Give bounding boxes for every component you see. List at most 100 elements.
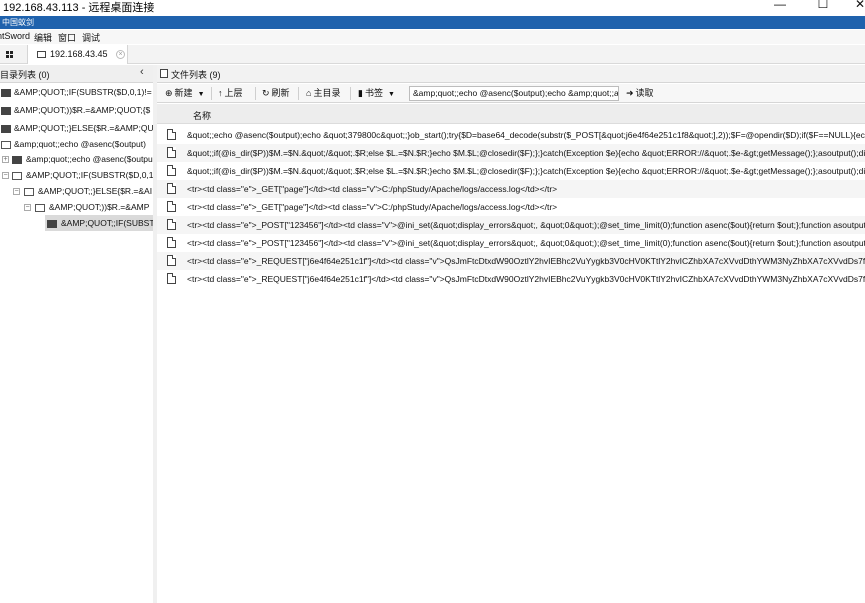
bookmark-icon: ▮ — [358, 88, 363, 98]
bookmark-button[interactable]: ▮ 书签 ▼ — [358, 86, 395, 101]
read-button-label: 读取 — [635, 88, 654, 98]
tree-item-label: &AMP;QUOT;;IF(SUBSTR($D,0,1 — [26, 170, 154, 180]
tree-item[interactable]: &AMP;QUOT;;IF(SUBSTR($D,0,1)!= — [0, 84, 154, 100]
file-name: <tr><td class="e">_GET["page"]</td><td c… — [187, 184, 558, 194]
tree-item[interactable]: &AMP;QUOT;))$R.=&AMP;QUOT;{$ — [0, 102, 154, 118]
collapse-tree-icon[interactable]: − — [2, 172, 9, 179]
refresh-button[interactable]: ↻ 刷新 — [262, 86, 290, 101]
file-toolbar: ⊕ 新建 ▼ ↑ 上层 ↻ 刷新 ⌂ 主目录 ▮ 书签 ▼ &amp;quot;;echo @… — [157, 84, 865, 103]
tab-close-icon[interactable]: × — [116, 50, 125, 59]
menu-window[interactable]: 窗口 — [58, 31, 76, 44]
chevron-down-icon: ▼ — [197, 91, 205, 98]
tree-item[interactable]: − &AMP;QUOT;))$R.=&AMP — [0, 199, 154, 215]
tree-item[interactable]: − &AMP;QUOT;;IF(SUBSTR($D,0,1 — [0, 167, 154, 183]
home-icon: ⌂ — [306, 88, 312, 98]
tab-192-168-43-45[interactable]: 192.168.43.45 × — [27, 45, 128, 64]
tree-item[interactable]: + &amp;quot;;echo @asenc($outpu — [0, 151, 154, 167]
file-row[interactable]: <tr><td class="e">_GET["page"]</td><td c… — [157, 198, 865, 216]
bookmark-button-label: 书签 — [364, 88, 383, 98]
tree-item-label: &AMP;QUOT;;IF(SUBSTR($D,0,1)!= — [14, 87, 152, 97]
file-icon — [167, 129, 176, 140]
file-row[interactable]: &quot;;if(@is_dir($P))$M.=$N.&quot;/&quo… — [157, 162, 865, 180]
file-list-header: 文件列表 (9) — [157, 65, 865, 83]
tree-item[interactable]: − &AMP;QUOT;;}ELSE{$R.=&AI — [0, 183, 154, 199]
minimize-button[interactable]: — — [770, 0, 790, 11]
arrow-up-icon: ↑ — [218, 88, 223, 98]
tree-item-label: &AMP;QUOT;))$R.=&AMP — [49, 202, 150, 212]
tree-item-label: &AMP;QUOT;;IF(SUBST — [61, 218, 155, 228]
folder-icon — [37, 51, 46, 58]
file-icon — [167, 183, 176, 194]
maximize-button[interactable]: ☐ — [813, 0, 833, 11]
folder-icon — [12, 156, 22, 164]
menu-debug[interactable]: 调试 — [82, 31, 100, 44]
folder-open-icon — [12, 172, 22, 180]
tree-item-label: &AMP;QUOT;;}ELSE{$R.=&AI — [38, 186, 153, 196]
folder-icon — [1, 107, 11, 115]
tree-item[interactable]: &AMP;QUOT;;}ELSE{$R.=&AMP;QU — [0, 120, 154, 136]
file-icon — [167, 237, 176, 248]
file-name: &quot;;echo @asenc($output);echo &quot;3… — [187, 130, 865, 140]
folder-icon — [1, 89, 11, 97]
file-row[interactable]: &quot;;if(@is_dir($P))$M.=$N.&quot;/&quo… — [157, 144, 865, 162]
toolbar-divider — [350, 87, 351, 100]
file-icon — [167, 273, 176, 284]
file-icon — [167, 165, 176, 176]
file-row[interactable]: &quot;;echo @asenc($output);echo &quot;3… — [157, 126, 865, 144]
directory-panel-title: 目录列表 (0) — [0, 70, 50, 80]
collapse-icon[interactable]: ‹ — [140, 66, 144, 78]
tab-bar: 192.168.43.45 × — [0, 45, 865, 64]
file-name: &quot;;if(@is_dir($P))$M.=$N.&quot;/&quo… — [187, 166, 865, 176]
refresh-icon: ↻ — [262, 88, 270, 98]
path-input[interactable]: &amp;quot;;echo @asenc($output);echo &am… — [409, 86, 619, 101]
menu-antsword[interactable]: AntSword — [0, 31, 30, 41]
file-icon — [167, 147, 176, 158]
tree-item-label: &amp;quot;;echo @asenc($output) — [14, 139, 146, 149]
file-name: <tr><td class="e">_REQUEST["j6e4f64e251c… — [187, 274, 865, 284]
file-row[interactable]: <tr><td class="e">_REQUEST["j6e4f64e251c… — [157, 252, 865, 270]
directory-panel-header: 目录列表 (0) ‹ — [0, 65, 154, 83]
folder-open-icon — [1, 141, 11, 149]
file-name: &quot;;if(@is_dir($P))$M.=$N.&quot;/&quo… — [187, 148, 865, 158]
up-button-label: 上层 — [224, 88, 243, 98]
refresh-button-label: 刷新 — [271, 88, 290, 98]
collapse-tree-icon[interactable]: − — [13, 188, 20, 195]
chevron-down-icon: ▼ — [387, 91, 395, 98]
column-name-header[interactable]: 名称 — [193, 109, 211, 122]
toolbar-divider — [255, 87, 256, 100]
collapse-tree-icon[interactable]: − — [24, 204, 31, 211]
home-button[interactable]: ⌂ 主目录 — [306, 86, 340, 101]
read-button[interactable]: ➜ 读取 — [626, 86, 654, 101]
grid-icon[interactable] — [6, 51, 14, 58]
app-title: 中国蚁剑 — [2, 18, 34, 27]
toolbar-divider — [211, 87, 212, 100]
expand-icon[interactable]: + — [2, 156, 9, 163]
file-list-icon — [160, 69, 168, 78]
column-header: 名称 — [157, 104, 865, 124]
file-row[interactable]: <tr><td class="e">_POST["123456"]</td><t… — [157, 216, 865, 234]
file-name: <tr><td class="e">_REQUEST["j6e4f64e251c… — [187, 256, 865, 266]
home-button-label: 主目录 — [313, 88, 341, 98]
close-button[interactable]: ✕ — [850, 0, 865, 11]
file-row[interactable]: <tr><td class="e">_GET["page"]</td><td c… — [157, 180, 865, 198]
menu-edit[interactable]: 编辑 — [34, 31, 52, 44]
file-list-title: 文件列表 (9) — [171, 70, 221, 80]
folder-open-icon — [24, 188, 34, 196]
file-row[interactable]: <tr><td class="e">_REQUEST["j6e4f64e251c… — [157, 270, 865, 288]
new-button[interactable]: ⊕ 新建 ▼ — [165, 86, 205, 101]
tree-item[interactable]: &amp;quot;;echo @asenc($output) — [0, 136, 154, 152]
tree-item-selected[interactable]: &AMP;QUOT;;IF(SUBST — [45, 215, 155, 231]
tab-label: 192.168.43.45 — [50, 49, 108, 59]
file-icon — [167, 219, 176, 230]
menu-bar: AntSword 编辑 窗口 调试 — [0, 30, 865, 44]
file-name: <tr><td class="e">_POST["123456"]</td><t… — [187, 220, 865, 230]
file-name: <tr><td class="e">_POST["123456"]</td><t… — [187, 238, 865, 248]
folder-icon — [47, 220, 57, 228]
toolbar-divider — [298, 87, 299, 100]
file-row[interactable]: <tr><td class="e">_POST["123456"]</td><t… — [157, 234, 865, 252]
up-button[interactable]: ↑ 上层 — [218, 86, 243, 101]
window-title: 192.168.43.113 - 远程桌面连接 — [3, 2, 155, 14]
plus-circle-icon: ⊕ — [165, 88, 173, 98]
file-list-panel: 文件列表 (9) ⊕ 新建 ▼ ↑ 上层 ↻ 刷新 ⌂ 主目录 ▮ 书签 ▼ &amp;quo… — [157, 65, 865, 603]
folder-icon — [1, 125, 11, 133]
